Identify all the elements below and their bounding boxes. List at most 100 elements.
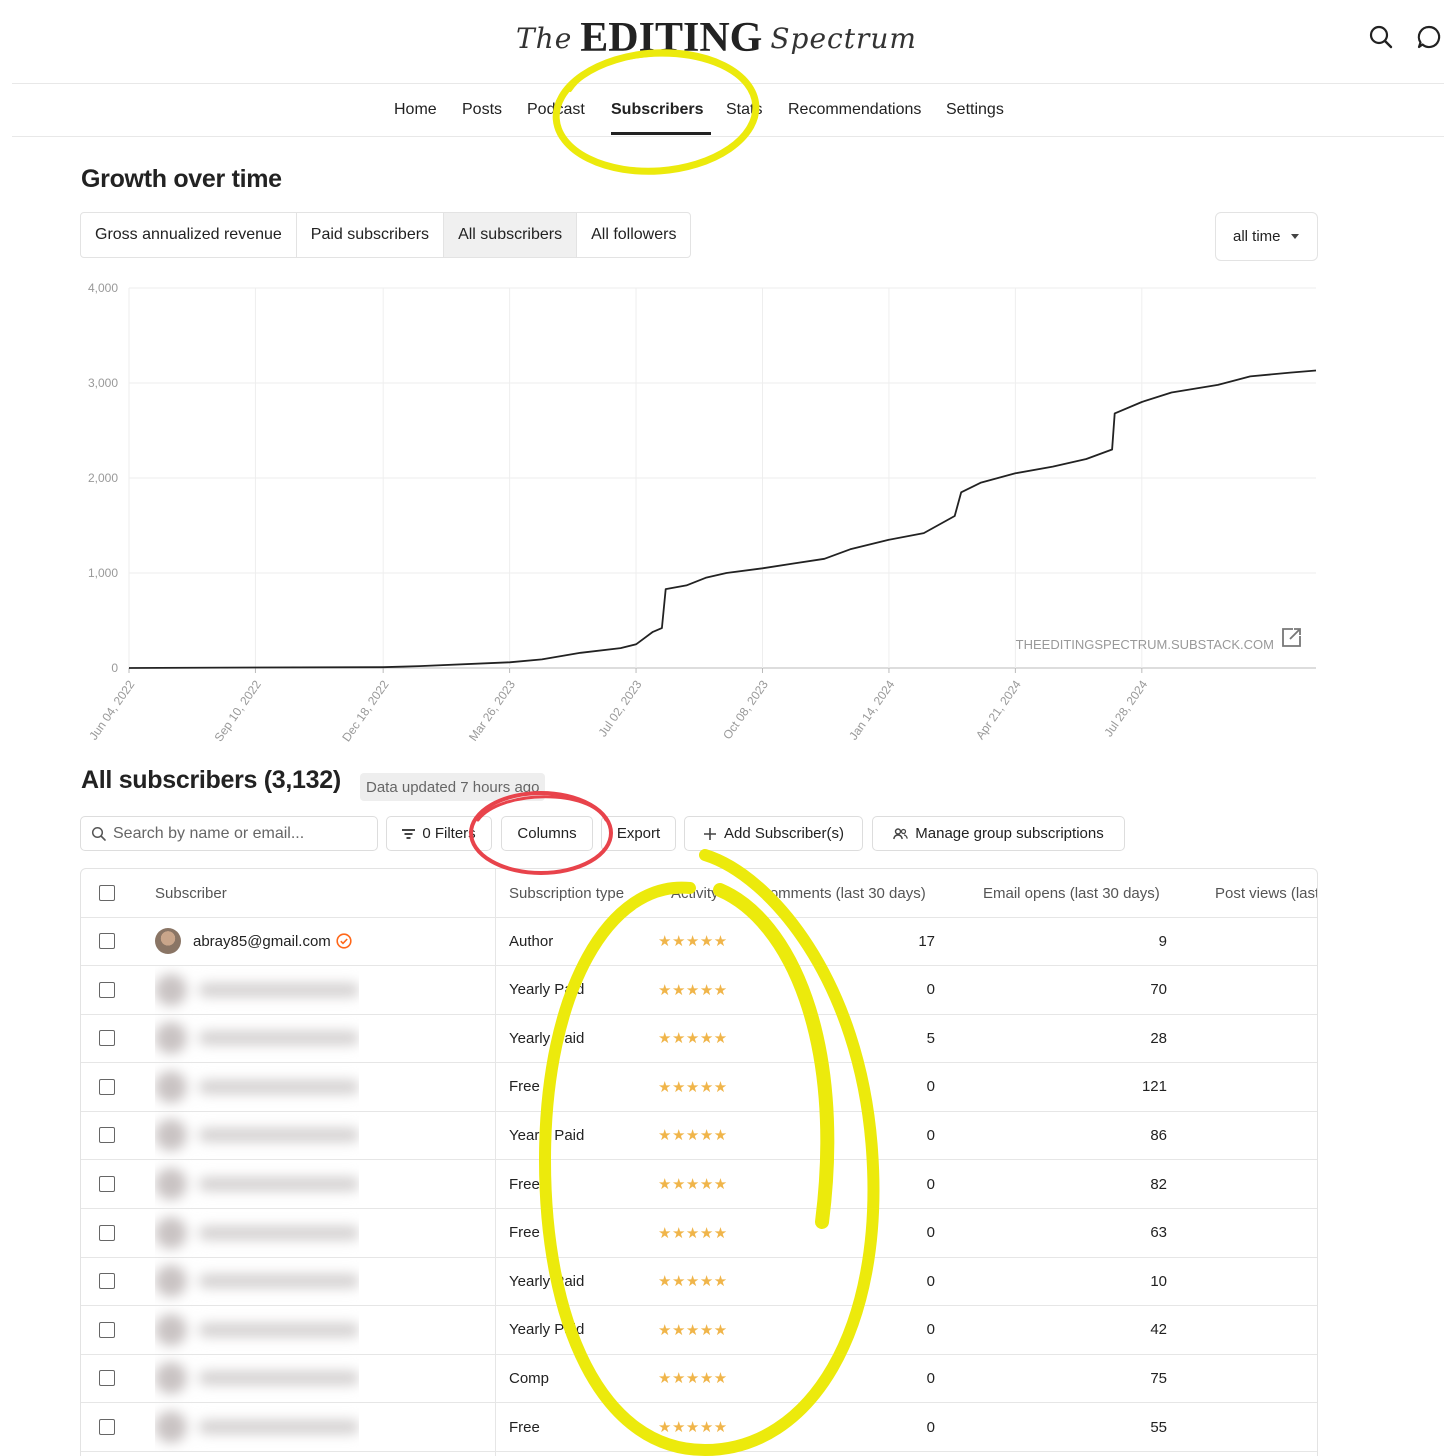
col-post-views[interactable]: Post views (last 30 days) <box>1215 869 1317 917</box>
table-row[interactable]: Free ★★★★★ 0 121 <box>81 1063 1317 1112</box>
y-tick-label: 3,000 <box>88 376 118 390</box>
filters-button[interactable]: 0 Filters <box>386 816 492 851</box>
subscription-type: Yearly Paid <box>509 1126 585 1144</box>
redacted-subscriber[interactable] <box>155 1216 359 1249</box>
activity-stars: ★★★★★ <box>658 1419 728 1436</box>
redacted-subscriber[interactable] <box>155 1168 359 1200</box>
subscriber-email[interactable]: abray85@gmail.com <box>193 933 331 950</box>
row-checkbox[interactable] <box>99 1370 115 1387</box>
redacted-subscriber[interactable] <box>155 1022 359 1055</box>
email-opens-count: 121 <box>1141 1078 1167 1096</box>
y-tick-label: 0 <box>111 661 118 675</box>
nav-home[interactable]: Home <box>394 101 437 119</box>
publication-logo[interactable]: The EDITING Spectrum <box>516 8 916 68</box>
table-row[interactable]: Free ★★★★★ 0 82 <box>81 1160 1317 1209</box>
email-opens-count: 28 <box>1150 1029 1167 1047</box>
table-row[interactable]: Yearly Paid ★★★★★ 0 10 <box>81 1257 1317 1307</box>
metric-tabs: Gross annualized revenue Paid subscriber… <box>80 212 692 258</box>
search-icon <box>91 826 106 841</box>
plus-icon <box>703 827 716 840</box>
redacted-subscriber[interactable] <box>155 1313 359 1346</box>
redacted-subscriber[interactable] <box>155 1265 359 1298</box>
subscription-type: Yearly Paid <box>509 1272 585 1290</box>
col-email-opens[interactable]: Email opens (last 30 days) <box>983 869 1160 917</box>
col-activity[interactable]: Activity <box>671 869 719 917</box>
row-checkbox[interactable] <box>99 1078 115 1095</box>
comments-count: 0 <box>926 981 935 999</box>
chat-icon[interactable] <box>1416 24 1442 50</box>
top-bar: The EDITING Spectrum <box>12 0 1444 84</box>
row-checkbox[interactable] <box>99 1419 115 1435</box>
row-checkbox[interactable] <box>99 1127 115 1144</box>
columns-button[interactable]: Columns <box>501 816 593 851</box>
table-row[interactable]: Yearly Paid ★★★★★ 0 42 <box>81 1306 1317 1355</box>
nav-subscribers[interactable]: Subscribers <box>611 101 703 119</box>
table-row[interactable]: Comp ★★★★★ 0 75 <box>81 1354 1317 1404</box>
table-row[interactable]: abray85@gmail.com Author ★★★★★ 17 9 <box>81 917 1317 966</box>
row-checkbox[interactable] <box>99 1176 115 1192</box>
col-subscription-type[interactable]: Subscription type <box>509 869 624 917</box>
row-checkbox[interactable] <box>99 1321 115 1338</box>
tab-all-followers[interactable]: All followers <box>577 213 690 257</box>
search-input[interactable] <box>113 824 363 843</box>
external-link-icon[interactable] <box>1282 628 1301 647</box>
comments-count: 5 <box>926 1029 935 1047</box>
x-tick-label: Mar 26, 2023 <box>466 677 518 743</box>
col-comments[interactable]: Comments (last 30 days) <box>759 869 926 917</box>
x-tick-label: Sep 10, 2022 <box>211 677 264 744</box>
redacted-subscriber[interactable] <box>155 1119 359 1152</box>
avatar <box>155 1265 187 1298</box>
table-row[interactable]: Yearly Paid ★★★★★ 0 70 <box>81 966 1317 1015</box>
row-checkbox[interactable] <box>99 933 115 949</box>
email-opens-count: 9 <box>1158 932 1167 950</box>
row-checkbox[interactable] <box>99 981 115 998</box>
email-opens-count: 70 <box>1150 981 1167 999</box>
time-range-select[interactable]: all time <box>1215 212 1318 261</box>
activity-stars: ★★★★★ <box>658 1176 728 1193</box>
redacted-subscriber[interactable] <box>155 1411 359 1443</box>
manage-group-button[interactable]: Manage group subscriptions <box>872 816 1125 851</box>
users-icon <box>893 827 909 839</box>
add-subscriber-label: Add Subscriber(s) <box>723 825 845 842</box>
tab-paid-subscribers[interactable]: Paid subscribers <box>297 213 445 257</box>
redacted-subscriber[interactable] <box>155 1070 359 1103</box>
nav-posts[interactable]: Posts <box>462 101 502 119</box>
redacted-subscriber[interactable] <box>155 1362 359 1395</box>
nav-stats[interactable]: Stats <box>726 101 762 119</box>
avatar <box>155 1168 187 1200</box>
avatar <box>155 1313 187 1346</box>
table-row[interactable]: Yearly Paid ★★★★★ 5 28 <box>81 1014 1317 1064</box>
nav-recommendations[interactable]: Recommendations <box>788 101 921 119</box>
redacted-subscriber[interactable] <box>155 973 359 1006</box>
x-tick-label: Jan 14, 2024 <box>846 677 897 742</box>
table-row[interactable]: Free ★★★★★ 0 63 <box>81 1209 1317 1258</box>
comments-count: 0 <box>926 1175 935 1193</box>
row-checkbox[interactable] <box>99 1273 115 1290</box>
table-row[interactable]: Free ★★★★★ 0 55 <box>81 1403 1317 1452</box>
search-icon[interactable] <box>1368 24 1394 50</box>
filter-icon <box>402 828 416 839</box>
row-checkbox[interactable] <box>99 1224 115 1241</box>
table-row[interactable]: Yearly Paid ★★★★★ 0 86 <box>81 1111 1317 1161</box>
avatar <box>155 1119 187 1152</box>
col-subscriber[interactable]: Subscriber <box>155 869 227 917</box>
subscribers-title: All subscribers (3,132) <box>81 766 341 794</box>
active-tab-indicator <box>611 132 711 135</box>
nav-settings[interactable]: Settings <box>946 101 1004 119</box>
y-tick-label: 2,000 <box>88 471 118 485</box>
row-checkbox[interactable] <box>99 1030 115 1047</box>
activity-stars: ★★★★★ <box>658 1370 728 1388</box>
add-subscriber-button[interactable]: Add Subscriber(s) <box>684 816 863 851</box>
x-tick-label: Jul 02, 2023 <box>596 677 645 739</box>
search-box[interactable] <box>80 816 378 851</box>
avatar <box>155 1362 187 1395</box>
comments-count: 17 <box>918 932 935 950</box>
subscription-type: Yearly Paid <box>509 1029 585 1047</box>
tab-gross-revenue[interactable]: Gross annualized revenue <box>81 213 297 257</box>
export-button[interactable]: Export <box>601 816 676 851</box>
subscription-type: Free <box>509 1078 540 1096</box>
comments-count: 0 <box>926 1321 935 1339</box>
select-all-checkbox[interactable] <box>99 885 115 901</box>
tab-all-subscribers[interactable]: All subscribers <box>444 213 578 257</box>
nav-podcast[interactable]: Podcast <box>527 101 585 119</box>
